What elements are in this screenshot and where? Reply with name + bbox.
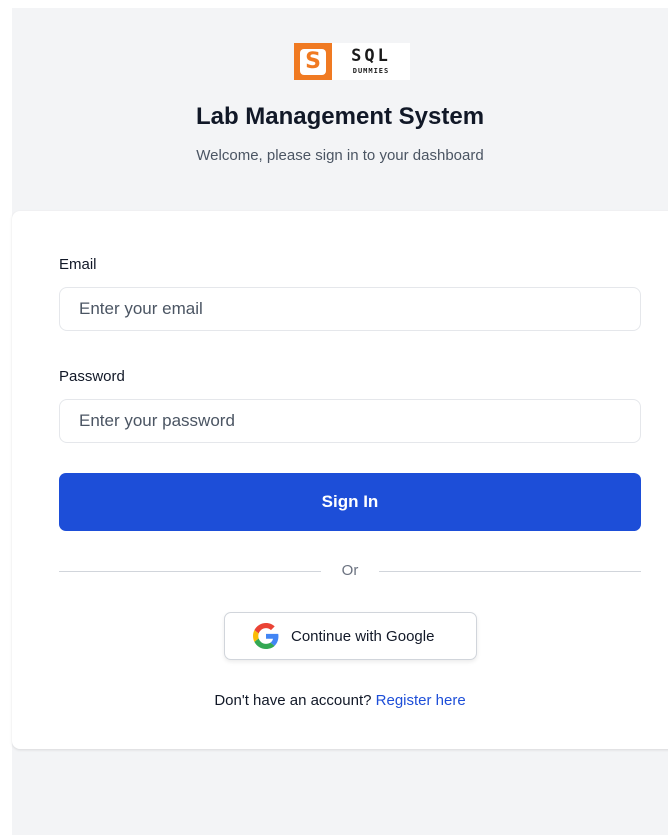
signin-card: Email Password Sign In Or Continue with … — [12, 211, 668, 749]
logo-sql-text: SQL — [351, 46, 391, 66]
logo-s-block: S — [294, 43, 332, 80]
page-subtitle: Welcome, please sign in to your dashboar… — [196, 147, 484, 164]
divider-line-right — [379, 571, 641, 572]
divider-line-left — [59, 571, 321, 572]
divider-or-text: Or — [341, 562, 359, 579]
logo-wordmark: SQL DUMMIES — [332, 43, 410, 80]
register-link[interactable]: Register here — [376, 692, 466, 709]
sign-in-button[interactable]: Sign In — [59, 473, 641, 531]
password-field[interactable] — [59, 399, 641, 443]
register-prompt-text: Don't have an account? — [214, 692, 372, 709]
page-title: Lab Management System — [195, 103, 485, 130]
logo-dummies-text: DUMMIES — [352, 67, 390, 75]
password-label: Password — [59, 368, 125, 385]
register-prompt: Don't have an account? Register here — [12, 692, 668, 709]
logo-letter: S — [300, 48, 326, 75]
sql-dummies-logo: S SQL DUMMIES — [294, 43, 410, 80]
google-button-label: Continue with Google — [291, 627, 435, 645]
email-field[interactable] — [59, 287, 641, 331]
continue-with-google-button[interactable]: Continue with Google — [224, 612, 477, 660]
google-icon — [253, 623, 279, 649]
email-label: Email — [59, 256, 97, 273]
